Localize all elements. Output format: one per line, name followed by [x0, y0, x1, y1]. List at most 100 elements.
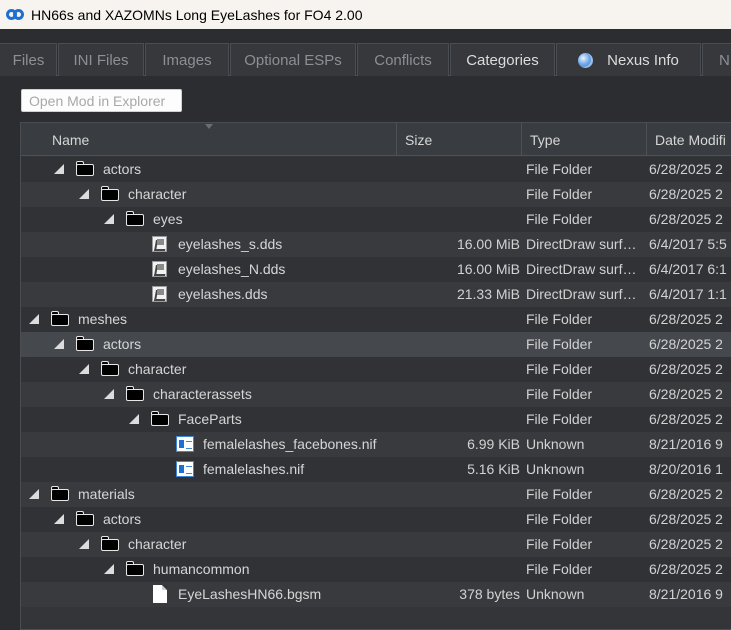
tree-row[interactable]: eyes File Folder 6/28/2025 2 — [21, 207, 731, 232]
tab-notes-label: N — [719, 51, 730, 69]
tree-row[interactable]: character File Folder 6/28/2025 2 — [21, 182, 731, 207]
row-name: characterassets — [153, 386, 252, 402]
tree-row[interactable]: actors File Folder 6/28/2025 2 — [21, 507, 731, 532]
tree-row[interactable]: actors File Folder 6/28/2025 2 — [21, 332, 731, 357]
tab-categories[interactable]: Categories — [450, 43, 555, 76]
tab-nexus-info-label: Nexus Info — [607, 51, 679, 69]
column-header-date[interactable]: Date Modifi — [647, 123, 731, 156]
nif-mesh-file-icon — [176, 461, 194, 477]
row-name: FaceParts — [178, 411, 242, 427]
tree-row[interactable]: eyelashes.dds 21.33 MiB DirectDraw surf…… — [21, 282, 731, 307]
row-name: humancommon — [153, 561, 250, 577]
row-date: 6/28/2025 2 — [649, 161, 723, 177]
expanded-arrow-icon — [54, 164, 64, 174]
row-name: eyelashes_s.dds — [178, 236, 283, 252]
tree-header: Name Size Type Date Modifi — [21, 123, 731, 156]
tab-ini-files-label: INI Files — [73, 51, 129, 69]
row-size: 378 bytes — [459, 586, 520, 602]
row-size: 6.99 KiB — [467, 436, 520, 452]
tree-row[interactable]: eyelashes_s.dds 16.00 MiB DirectDraw sur… — [21, 232, 731, 257]
tab-conflicts[interactable]: Conflicts — [357, 43, 449, 76]
expanded-arrow-icon — [29, 314, 39, 324]
tree-row[interactable]: humancommon File Folder 6/28/2025 2 — [21, 557, 731, 582]
row-date: 6/28/2025 2 — [649, 361, 723, 377]
row-type: File Folder — [526, 386, 593, 402]
row-type: File Folder — [526, 561, 593, 577]
row-size — [402, 357, 520, 382]
tab-files-label: Files — [12, 51, 45, 69]
row-date: 6/28/2025 2 — [649, 536, 723, 552]
column-header-name-label: Name — [52, 131, 90, 148]
row-date: 6/28/2025 2 — [649, 511, 723, 527]
row-type: File Folder — [526, 336, 593, 352]
file-tree[interactable]: Name Size Type Date Modifi actors File F… — [20, 122, 731, 630]
mo2-logo-icon — [6, 9, 24, 20]
tree-row[interactable]: femalelashes.nif 5.16 KiB Unknown 8/20/2… — [21, 457, 731, 482]
row-type: File Folder — [526, 211, 593, 227]
tab-optional-esps-label: Optional ESPs — [244, 51, 342, 69]
dds-image-file-icon — [152, 236, 167, 252]
row-name: actors — [103, 161, 142, 177]
folder-icon — [126, 561, 144, 576]
folder-icon — [76, 511, 94, 526]
column-header-date-label: Date Modifi — [655, 131, 726, 148]
row-type: Unknown — [526, 586, 585, 602]
row-size — [402, 532, 520, 557]
tree-row[interactable]: meshes File Folder 6/28/2025 2 — [21, 307, 731, 332]
expanded-arrow-icon — [54, 339, 64, 349]
row-date: 6/4/2017 1:1 — [649, 286, 727, 302]
row-date: 6/4/2017 6:1 — [649, 261, 727, 277]
row-date: 6/28/2025 2 — [649, 186, 723, 202]
expanded-arrow-icon — [79, 189, 89, 199]
tab-bar: Files INI Files Images Optional ESPs Con… — [0, 43, 731, 76]
folder-icon — [126, 211, 144, 226]
row-size — [402, 407, 520, 432]
tab-files[interactable]: Files — [0, 43, 57, 76]
row-date: 8/21/2016 9 — [649, 586, 723, 602]
tab-optional-esps[interactable]: Optional ESPs — [230, 43, 356, 76]
tab-categories-label: Categories — [466, 51, 539, 69]
row-name: meshes — [78, 311, 128, 327]
row-name: eyelashes_N.dds — [178, 261, 286, 277]
column-header-type[interactable]: Type — [522, 123, 647, 156]
open-mod-in-explorer-button[interactable]: Open Mod in Explorer — [21, 89, 182, 112]
row-name: eyelashes.dds — [178, 286, 268, 302]
row-name: actors — [103, 336, 142, 352]
row-name: actors — [103, 511, 142, 527]
row-size — [402, 182, 520, 207]
tree-row[interactable]: character File Folder 6/28/2025 2 — [21, 357, 731, 382]
column-header-size[interactable]: Size — [397, 123, 522, 156]
tree-row[interactable]: materials File Folder 6/28/2025 2 — [21, 482, 731, 507]
row-date: 6/28/2025 2 — [649, 211, 723, 227]
row-type: DirectDraw surf… — [526, 286, 637, 302]
folder-icon — [101, 536, 119, 551]
folder-icon — [101, 361, 119, 376]
row-date: 6/28/2025 2 — [649, 386, 723, 402]
dds-image-file-icon — [152, 286, 167, 302]
row-size: 16.00 MiB — [456, 236, 520, 252]
tree-row[interactable]: characterassets File Folder 6/28/2025 2 — [21, 382, 731, 407]
tree-row[interactable]: EyeLashesHN66.bgsm 378 bytes Unknown 8/2… — [21, 582, 731, 607]
tree-row[interactable]: character File Folder 6/28/2025 2 — [21, 532, 731, 557]
tab-ini-files[interactable]: INI Files — [58, 43, 144, 76]
row-size: 5.16 KiB — [467, 461, 520, 477]
row-date: 8/20/2016 1 — [649, 461, 723, 477]
row-name: eyes — [153, 211, 183, 227]
row-type: File Folder — [526, 361, 593, 377]
tab-images-label: Images — [162, 51, 212, 69]
row-type: File Folder — [526, 411, 593, 427]
globe-icon — [578, 52, 594, 68]
tree-row[interactable]: eyelashes_N.dds 16.00 MiB DirectDraw sur… — [21, 257, 731, 282]
tree-row[interactable]: actors File Folder 6/28/2025 2 — [21, 157, 731, 182]
tab-nexus-info[interactable]: Nexus Info — [556, 43, 701, 76]
expanded-arrow-icon — [104, 389, 114, 399]
tree-row[interactable]: femalelashes_facebones.nif 6.99 KiB Unkn… — [21, 432, 731, 457]
tab-images[interactable]: Images — [145, 43, 229, 76]
tab-conflicts-label: Conflicts — [374, 51, 432, 69]
window-titlebar: HN66s and XAZOMNs Long EyeLashes for FO4… — [0, 0, 731, 29]
tab-notes[interactable]: N — [702, 43, 731, 76]
row-date: 6/28/2025 2 — [649, 311, 723, 327]
row-type: File Folder — [526, 536, 593, 552]
tree-row[interactable]: FaceParts File Folder 6/28/2025 2 — [21, 407, 731, 432]
row-type: File Folder — [526, 511, 593, 527]
